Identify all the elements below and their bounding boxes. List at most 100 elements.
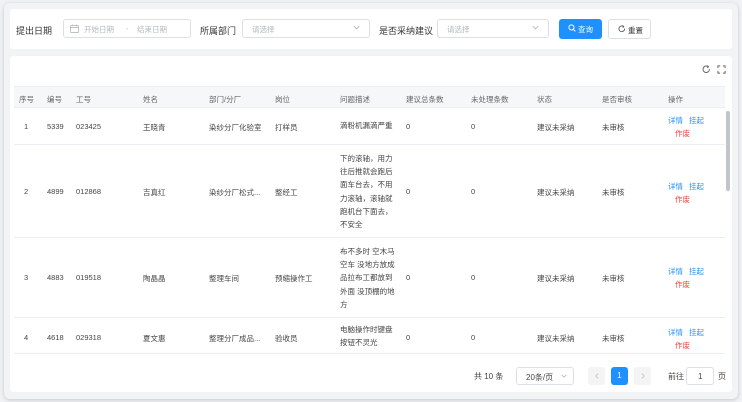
cell-audit: 未审核 (602, 274, 625, 283)
detail-link[interactable]: 详情 (668, 266, 683, 277)
cell-name: 陶晶晶 (143, 274, 166, 283)
void-link[interactable]: 作废 (675, 128, 690, 139)
cell-status: 建议未采纳 (537, 123, 575, 132)
cell-post: 打样员 (275, 123, 298, 132)
dept-label: 所属部门 (200, 26, 237, 36)
cell-status: 建议未采纳 (537, 334, 575, 343)
total-count: 共 10 条 (474, 372, 504, 381)
query-button-label: 查询 (578, 25, 593, 34)
table-header: 序号 编号 工号 姓名 部门/分厂 岗位 问题描述 建议总条数 未处理条数 状态… (14, 86, 725, 108)
cell-pending: 0 (471, 187, 476, 196)
cell-post: 整经工 (275, 188, 298, 197)
col-header-actions: 操作 (668, 95, 683, 104)
col-header-total: 建议总条数 (406, 95, 444, 104)
cell-total: 0 (406, 122, 411, 131)
cell-code: 4899 (47, 187, 64, 196)
cell-audit: 未审核 (602, 123, 625, 132)
cell-no: 3 (24, 273, 29, 282)
chevron-left-icon (595, 373, 599, 379)
query-button[interactable]: 查询 (559, 19, 602, 39)
cell-emp-id: 012868 (76, 187, 102, 196)
date-end-input[interactable]: 结束日期 (137, 24, 167, 35)
next-page-button[interactable] (634, 367, 651, 385)
cell-name: 王晓青 (143, 123, 166, 132)
cell-pending: 0 (471, 122, 476, 131)
calendar-icon (70, 24, 79, 33)
filter-bar: 提出日期 开始日期 - 结束日期 所属部门 请选择 是否采纳建议 请选择 查询 … (10, 9, 732, 49)
page-size-value: 20条/页 (526, 373, 554, 382)
col-header-name: 姓名 (143, 95, 158, 104)
table-scrollbar[interactable] (726, 111, 730, 191)
chevron-down-icon (532, 25, 539, 30)
cell-pending: 0 (471, 333, 476, 342)
date-start-input[interactable]: 开始日期 (84, 24, 114, 35)
cell-code: 4618 (47, 333, 64, 342)
cell-audit: 未审核 (602, 188, 625, 197)
col-header-desc: 问题描述 (340, 95, 370, 104)
cell-code: 5339 (47, 122, 64, 131)
cell-name: 吉真红 (143, 188, 166, 197)
cell-dept: 整理分厂成品... (209, 334, 261, 343)
table-row: 2 4899 012868 吉真红 染纱分厂松式... 整经工 下的滚轴，用力往… (14, 145, 725, 238)
adopt-select[interactable]: 请选择 (437, 19, 549, 38)
cell-dept: 整理车间 (209, 274, 239, 283)
chevron-down-icon (561, 374, 567, 378)
suspend-link[interactable]: 挂起 (689, 266, 704, 277)
cell-post: 验收员 (275, 334, 298, 343)
adopt-select-placeholder: 请选择 (447, 25, 470, 34)
cell-post: 预缩操作工 (275, 274, 313, 283)
void-link[interactable]: 作废 (675, 194, 690, 205)
col-header-pending: 未处理条数 (471, 95, 509, 104)
chevron-right-icon (641, 373, 645, 379)
cell-audit: 未审核 (602, 334, 625, 343)
cell-dept: 染纱分厂化验室 (209, 123, 262, 132)
fullscreen-icon[interactable] (717, 65, 726, 74)
cell-emp-id: 019518 (76, 273, 102, 282)
page-unit-label: 页 (718, 372, 726, 381)
cell-dept: 染纱分厂松式... (209, 188, 261, 197)
cell-name: 夏文惠 (143, 334, 166, 343)
suspend-link[interactable]: 挂起 (689, 181, 704, 192)
suspend-link[interactable]: 挂起 (689, 327, 704, 338)
detail-link[interactable]: 详情 (668, 181, 683, 192)
refresh-icon[interactable] (702, 65, 711, 74)
adopt-label: 是否采纳建议 (379, 26, 434, 36)
prev-page-button[interactable] (588, 367, 605, 385)
page-size-select[interactable]: 20条/页 (516, 367, 574, 385)
detail-link[interactable]: 详情 (668, 327, 683, 338)
col-header-code: 编号 (47, 95, 62, 104)
date-separator: - (126, 24, 129, 33)
app-window: 提出日期 开始日期 - 结束日期 所属部门 请选择 是否采纳建议 请选择 查询 … (4, 3, 738, 399)
cell-desc: 下的滚轴，用力往后推就会跑后面车台去，不用力滚轴，滚轴就跑机台下面去，不安全 (340, 154, 393, 230)
cell-emp-id: 023425 (76, 122, 102, 131)
cell-desc: 电脑操作时键盘按钮不灵光 (340, 325, 393, 348)
detail-link[interactable]: 详情 (668, 115, 683, 126)
date-range-picker[interactable]: 开始日期 - 结束日期 (63, 19, 191, 38)
void-link[interactable]: 作废 (675, 340, 690, 351)
reset-button[interactable]: 重置 (608, 19, 651, 39)
table-card: 序号 编号 工号 姓名 部门/分厂 岗位 问题描述 建议总条数 未处理条数 状态… (10, 56, 732, 392)
cell-code: 4883 (47, 273, 64, 282)
date-label: 提出日期 (16, 26, 53, 36)
col-header-audit: 是否审核 (602, 95, 632, 104)
current-page-button[interactable]: 1 (611, 367, 628, 385)
dept-select-placeholder: 请选择 (252, 25, 275, 34)
goto-label: 前往 (668, 372, 684, 381)
void-link[interactable]: 作废 (675, 279, 690, 290)
cell-no: 1 (24, 122, 29, 131)
cell-emp-id: 029318 (76, 333, 102, 342)
goto-page-value: 1 (698, 372, 703, 381)
table-row: 3 4883 019518 陶晶晶 整理车间 预缩操作工 布不多时 空木马空车 … (14, 238, 725, 318)
goto-page-input[interactable]: 1 (686, 367, 714, 385)
table-row: 4 4618 029318 夏文惠 整理分厂成品... 验收员 电脑操作时键盘按… (14, 318, 725, 354)
cell-pending: 0 (471, 273, 476, 282)
col-header-emp-id: 工号 (76, 95, 91, 104)
reset-button-label: 重置 (628, 26, 643, 35)
chevron-down-icon (353, 25, 360, 30)
cell-desc: 滴粉机漏滴严重 (340, 121, 393, 130)
col-header-dept: 部门/分厂 (209, 95, 242, 104)
dept-select[interactable]: 请选择 (242, 19, 370, 38)
col-header-post: 岗位 (275, 95, 290, 104)
cell-desc: 布不多时 空木马空车 没地方放成品拉布工都放到外面 没顶棚的地方 (340, 247, 395, 309)
suspend-link[interactable]: 挂起 (689, 115, 704, 126)
